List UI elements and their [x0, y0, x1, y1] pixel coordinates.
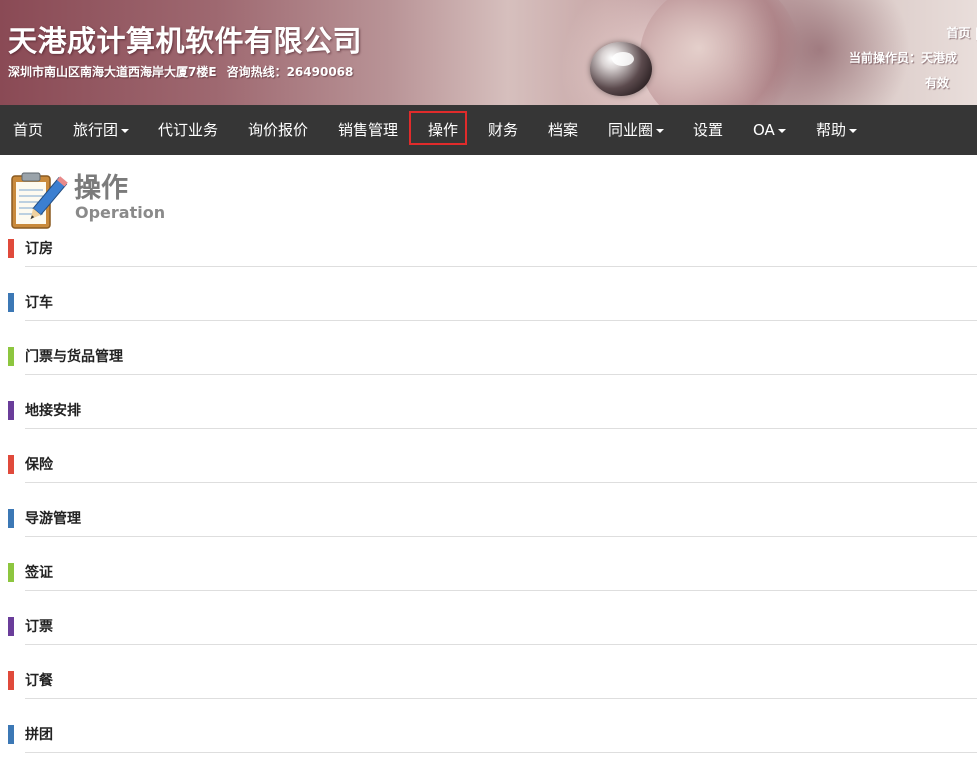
nav-finance[interactable]: 财务 [488, 105, 518, 155]
section-label: 签证 [25, 565, 53, 581]
section-color-marker [8, 455, 14, 474]
notepad-pencil-icon [8, 170, 72, 232]
current-operator: 当前操作员：天港成 [849, 51, 958, 65]
section-row-ticketing[interactable]: 订票 [0, 615, 977, 669]
section-label: 门票与货品管理 [25, 349, 123, 365]
section-row-insurance[interactable]: 保险 [0, 453, 977, 507]
nav-sales-management[interactable]: 销售管理 [338, 105, 398, 155]
section-color-marker [8, 563, 14, 582]
section-row-booking-hotel[interactable]: 订房 [0, 237, 977, 291]
water-drop-decoration [590, 42, 652, 96]
caret-down-icon [777, 128, 786, 133]
nav-home[interactable]: 首页 [13, 105, 43, 155]
nav-peer-circle[interactable]: 同业圈 [608, 105, 665, 155]
section-divider [25, 644, 977, 645]
user-panel: 首页 | 当前操作员：天港成 有效 [847, 0, 977, 105]
section-divider [25, 482, 977, 483]
section-divider [25, 320, 977, 321]
header-banner: 天港成计算机软件有限公司 深圳市南山区南海大道西海岸大厦7楼E 咨询热线：2649… [0, 0, 977, 105]
company-address: 深圳市南山区南海大道西海岸大厦7楼E [8, 65, 217, 79]
section-label: 订房 [25, 241, 53, 257]
main-navbar: 首页 旅行团 代订业务 询价报价 销售管理 操作 财务 档案 同业圈 设置 OA… [0, 105, 977, 155]
nav-settings[interactable]: 设置 [693, 105, 723, 155]
section-row-group-merge[interactable]: 拼团 [0, 723, 977, 777]
nav-archive[interactable]: 档案 [548, 105, 578, 155]
company-name: 天港成计算机软件有限公司 [8, 24, 363, 58]
section-color-marker [8, 725, 14, 744]
section-row-meals[interactable]: 订餐 [0, 669, 977, 723]
page-subtitle: Operation [75, 203, 166, 222]
nav-tour-group[interactable]: 旅行团 [73, 105, 130, 155]
section-label: 订票 [25, 619, 53, 635]
water-drop-highlight [612, 52, 634, 66]
section-color-marker [8, 293, 14, 312]
hotline-number: 26490068 [286, 65, 354, 79]
home-link[interactable]: 首页 | [946, 24, 977, 41]
section-row-guide-management[interactable]: 导游管理 [0, 507, 977, 561]
page-title: 操作 [74, 173, 128, 204]
section-color-marker [8, 617, 14, 636]
section-row-tickets-goods[interactable]: 门票与货品管理 [0, 345, 977, 399]
section-label: 保险 [25, 457, 53, 473]
section-color-marker [8, 671, 14, 690]
section-divider [25, 428, 977, 429]
section-divider [25, 374, 977, 375]
section-label: 订餐 [25, 673, 53, 689]
section-row-visa[interactable]: 签证 [0, 561, 977, 615]
validity-info: 有效 [925, 76, 950, 90]
nav-help[interactable]: 帮助 [816, 105, 858, 155]
section-color-marker [8, 401, 14, 420]
section-color-marker [8, 347, 14, 366]
section-label: 导游管理 [25, 511, 81, 527]
nav-operation[interactable]: 操作 [428, 105, 458, 155]
section-divider [25, 752, 977, 753]
section-label: 地接安排 [25, 403, 81, 419]
company-info: 深圳市南山区南海大道西海岸大厦7楼E 咨询热线：26490068 [8, 63, 353, 80]
caret-down-icon [849, 128, 858, 133]
section-color-marker [8, 239, 14, 258]
nav-oa[interactable]: OA [753, 105, 786, 155]
hotline-label: 咨询热线： [226, 65, 287, 79]
section-divider [25, 590, 977, 591]
nav-quotation[interactable]: 询价报价 [248, 105, 308, 155]
section-divider [25, 698, 977, 699]
section-divider [25, 536, 977, 537]
section-label: 拼团 [25, 727, 53, 743]
section-row-ground-arrangement[interactable]: 地接安排 [0, 399, 977, 453]
section-label: 订车 [25, 295, 53, 311]
nav-agency-booking[interactable]: 代订业务 [158, 105, 218, 155]
section-row-booking-vehicle[interactable]: 订车 [0, 291, 977, 345]
section-color-marker [8, 509, 14, 528]
caret-down-icon [121, 128, 130, 133]
caret-down-icon [656, 128, 665, 133]
section-divider [25, 266, 977, 267]
